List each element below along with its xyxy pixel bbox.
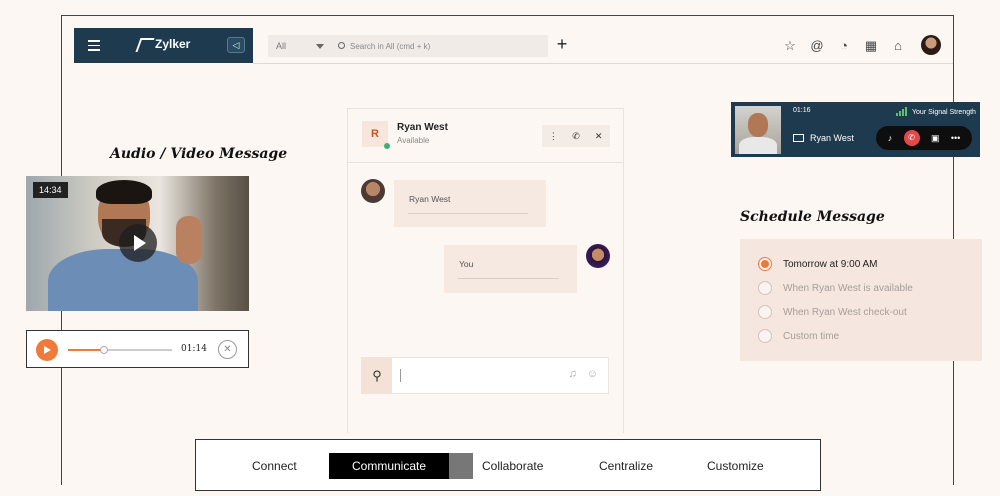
message-bubble-self: You — [444, 245, 577, 293]
contact-message-avatar — [361, 179, 385, 203]
store-icon[interactable]: ⌂ — [890, 38, 906, 54]
phone-icon[interactable]: ✆ — [565, 125, 588, 147]
call-widget: 01:16 Your Signal Strength Ryan West ♪ ✆… — [731, 102, 980, 157]
attachment-icon[interactable]: ⚲ — [362, 358, 392, 393]
schedule-option-label: Tomorrow at 9:00 AM — [783, 258, 878, 270]
online-status-dot — [384, 143, 390, 149]
audio-duration: 01:14 — [181, 344, 207, 354]
end-call-button[interactable]: ✆ — [903, 130, 920, 146]
text-cursor — [400, 369, 401, 382]
tab-collaborate[interactable]: Collaborate — [482, 453, 543, 479]
more-icon[interactable]: ••• — [951, 133, 960, 143]
signal-bar-icon — [899, 111, 901, 116]
mention-icon[interactable]: @ — [809, 38, 825, 54]
activity-icon[interactable]: ◔ — [836, 38, 852, 54]
message-text: You — [459, 259, 474, 269]
tab-customize[interactable]: Customize — [707, 453, 764, 479]
search-scope-value: All — [276, 41, 287, 51]
calendar-icon[interactable]: ▦ — [863, 38, 879, 54]
menu-icon[interactable] — [88, 40, 100, 51]
call-participant-name: Ryan West — [810, 133, 854, 143]
logo: Zylker — [138, 37, 190, 51]
close-icon[interactable]: ✕ — [587, 125, 610, 147]
call-controls: ♪ ✆ ▣ ••• — [876, 126, 972, 150]
schedule-option-label: When Ryan West is available — [783, 282, 913, 294]
close-icon[interactable]: ✕ — [218, 340, 237, 359]
call-video-thumbnail — [735, 106, 781, 154]
call-participant: Ryan West — [793, 133, 854, 143]
message-composer[interactable]: ⚲ ♫ ☺ — [361, 357, 609, 394]
audio-progress-fill — [68, 349, 105, 351]
video-message[interactable]: 14:34 — [26, 176, 249, 311]
more-icon[interactable]: ⋮ — [542, 125, 565, 147]
brand-bar: Zylker ◁ — [74, 28, 253, 63]
schedule-option[interactable]: When Ryan West check-out — [758, 300, 982, 324]
composer-icons: ♫ ☺ — [569, 368, 598, 380]
audio-progress-track[interactable] — [68, 346, 172, 354]
microphone-icon[interactable]: ♫ — [569, 368, 577, 380]
signal-label: Your Signal Strength — [912, 109, 976, 116]
schedule-option[interactable]: Tomorrow at 9:00 AM — [758, 252, 982, 276]
schedule-option[interactable]: When Ryan West is available — [758, 276, 982, 300]
video-timestamp: 14:34 — [33, 182, 68, 198]
signal-bar-icon — [905, 107, 907, 116]
schedule-option-label: Custom time — [783, 330, 840, 342]
message-bubble-contact: Ryan West — [394, 180, 546, 227]
schedule-option[interactable]: Custom time — [758, 324, 982, 348]
schedule-title: Schedule Message — [740, 209, 885, 225]
search-input[interactable]: Search in All (cmd + k) — [330, 35, 548, 57]
tab-connect[interactable]: Connect — [252, 453, 297, 479]
screen-icon — [793, 134, 804, 142]
signal-strength: Your Signal Strength — [896, 107, 976, 116]
search-icon — [338, 42, 345, 49]
contact-status: Available — [397, 136, 430, 145]
search-placeholder: Search in All (cmd + k) — [350, 42, 431, 51]
feature-tabs: Connect Communicate Collaborate Centrali… — [195, 439, 821, 491]
signal-bar-icon — [896, 113, 898, 116]
signal-bar-icon — [902, 109, 904, 116]
chevron-down-icon — [316, 44, 324, 49]
brand-name: Zylker — [155, 37, 191, 51]
radio-icon — [758, 329, 772, 343]
radio-icon — [758, 281, 772, 295]
star-icon[interactable]: ☆ — [782, 38, 798, 54]
audio-play-button[interactable] — [36, 339, 58, 361]
tab-communicate[interactable]: Communicate — [329, 453, 474, 479]
search-scope-select[interactable]: All — [268, 35, 330, 57]
audio-video-title: Audio / Video Message — [110, 146, 288, 162]
contact-name: Ryan West — [397, 122, 448, 133]
call-duration: 01:16 — [793, 107, 811, 114]
audio-progress-handle[interactable] — [100, 346, 109, 354]
zylker-logo-icon — [138, 38, 150, 50]
chat-actions: ⋮ ✆ ✕ — [542, 125, 610, 147]
avatar[interactable] — [921, 35, 941, 55]
schedule-option-label: When Ryan West check-out — [783, 306, 907, 318]
tab-centralize[interactable]: Centralize — [599, 453, 653, 479]
chat-header: R Ryan West Available ⋮ ✆ ✕ — [348, 109, 623, 163]
schedule-options: Tomorrow at 9:00 AM When Ryan West is av… — [740, 239, 982, 361]
audio-player: 01:14 ✕ — [26, 330, 249, 368]
add-button[interactable]: + — [552, 35, 572, 55]
speaker-icon[interactable]: ◁ — [227, 37, 245, 53]
share-screen-icon[interactable]: ▣ — [931, 133, 940, 144]
waving-hand — [176, 216, 202, 264]
radio-icon — [758, 257, 772, 271]
emoji-icon[interactable]: ☺ — [587, 368, 598, 380]
radio-icon — [758, 305, 772, 319]
self-message-avatar — [586, 244, 610, 268]
top-toolbar: ☆ @ ◔ ▦ ⌂ — [782, 38, 906, 54]
top-divider — [253, 63, 953, 64]
video-play-button[interactable] — [119, 224, 157, 262]
microphone-icon[interactable]: ♪ — [888, 133, 893, 143]
message-text: Ryan West — [409, 194, 451, 204]
